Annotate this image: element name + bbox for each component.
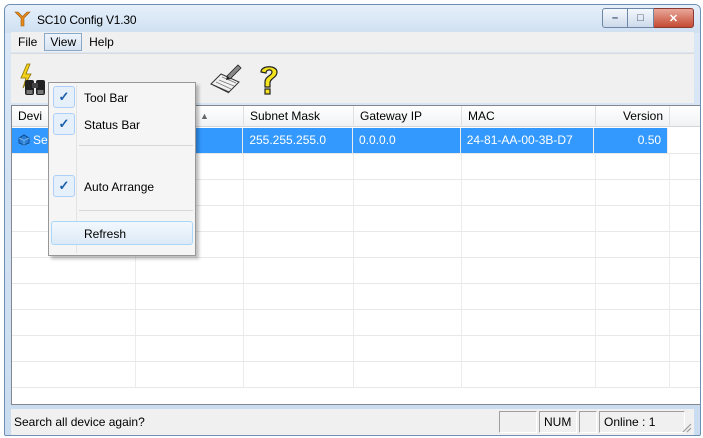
- resize-grip-icon[interactable]: [680, 421, 692, 433]
- write-config-icon[interactable]: [207, 62, 243, 98]
- menu-separator: [79, 210, 193, 211]
- column-header-subnet[interactable]: Subnet Mask: [244, 106, 354, 127]
- column-header-filler: [670, 106, 700, 127]
- sort-ascending-icon: ▲: [200, 111, 209, 121]
- title-bar[interactable]: SC10 Config V1.30 – □ ✕: [5, 5, 700, 33]
- cell-filler: [668, 128, 700, 153]
- about-help-icon[interactable]: [251, 62, 287, 98]
- menu-item-refresh[interactable]: Refresh: [51, 221, 193, 245]
- minimize-button[interactable]: –: [602, 8, 628, 28]
- menu-bar: File View Help: [11, 32, 694, 52]
- status-bar: Search all device again? NUM Online : 1: [11, 409, 694, 435]
- cell-subnet: 255.255.255.0: [243, 128, 353, 153]
- cell-version: 0.50: [594, 128, 669, 153]
- menu-item-auto-arrange[interactable]: ✓ Auto Arrange: [51, 175, 193, 199]
- menu-item-tool-bar[interactable]: ✓ Tool Bar: [51, 86, 193, 110]
- empty-row: [12, 258, 700, 284]
- menu-item-label: Status Bar: [84, 118, 141, 132]
- empty-row: [12, 362, 700, 388]
- check-mark-icon: ✓: [53, 113, 75, 135]
- empty-row: [12, 336, 700, 362]
- status-panel-scroll: [579, 411, 597, 433]
- menu-file[interactable]: File: [13, 33, 42, 51]
- column-header-gateway[interactable]: Gateway IP: [354, 106, 462, 127]
- status-panel-online: Online : 1: [599, 411, 685, 433]
- check-mark-icon: ✓: [53, 86, 75, 108]
- maximize-button[interactable]: □: [628, 8, 654, 28]
- window-title: SC10 Config V1.30: [37, 13, 137, 27]
- menu-item-label: Auto Arrange: [84, 180, 155, 194]
- device-icon: [18, 134, 30, 146]
- device-name: Se: [33, 133, 48, 147]
- app-logo-icon: [14, 11, 31, 27]
- window-controls: – □ ✕: [602, 8, 694, 28]
- status-panel-num: NUM: [539, 411, 577, 433]
- menu-item-label: Tool Bar: [84, 91, 129, 105]
- view-menu-dropdown: ✓ Tool Bar ✓ Status Bar ✓ Auto Arrange R…: [48, 82, 196, 256]
- close-button[interactable]: ✕: [654, 8, 694, 28]
- menu-help[interactable]: Help: [84, 33, 119, 51]
- menu-item-status-bar[interactable]: ✓ Status Bar: [51, 113, 193, 137]
- column-header-version[interactable]: Version: [596, 106, 670, 127]
- cell-gateway: 0.0.0.0: [353, 128, 461, 153]
- menu-view[interactable]: View: [44, 33, 83, 51]
- empty-row: [12, 310, 700, 336]
- empty-row: [12, 284, 700, 310]
- menu-item-label: Refresh: [84, 227, 127, 241]
- cell-mac: 24-81-AA-00-3B-D7: [460, 128, 595, 153]
- menu-separator: [79, 145, 193, 146]
- column-header-mac[interactable]: MAC: [462, 106, 596, 127]
- status-message: Search all device again?: [14, 415, 145, 429]
- check-mark-icon: ✓: [53, 175, 75, 197]
- status-panel-caps: [499, 411, 537, 433]
